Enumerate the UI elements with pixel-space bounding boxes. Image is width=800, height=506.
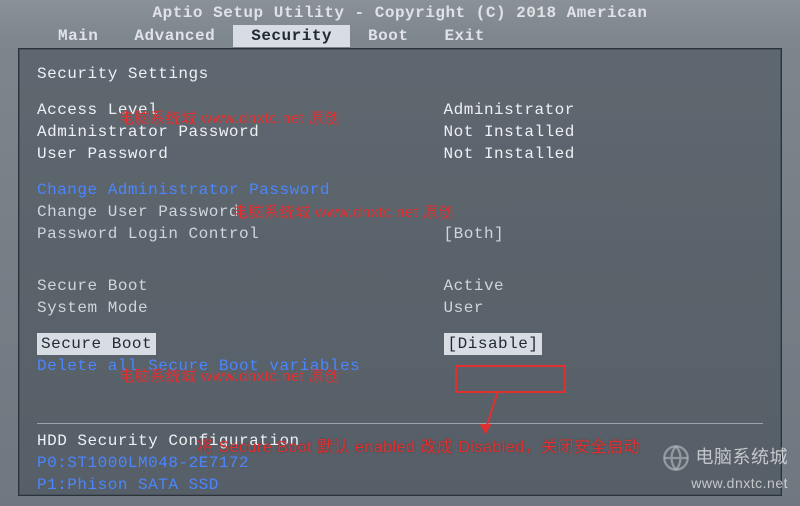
annotation-box <box>455 365 566 393</box>
system-mode-value: User <box>444 297 763 319</box>
admin-password-label: Administrator Password <box>37 121 444 143</box>
tab-advanced[interactable]: Advanced <box>116 25 233 47</box>
access-level-value: Administrator <box>444 99 763 121</box>
access-level-label: Access Level <box>37 99 444 121</box>
tab-exit[interactable]: Exit <box>426 25 502 47</box>
change-admin-password[interactable]: Change Administrator Password <box>37 179 444 201</box>
bios-titlebar: Aptio Setup Utility - Copyright (C) 2018… <box>0 0 800 24</box>
tab-security[interactable]: Security <box>233 25 350 47</box>
password-login-control-value[interactable]: [Both] <box>444 223 763 245</box>
secure-boot-setting-label[interactable]: Secure Boot <box>37 333 444 355</box>
change-user-password[interactable]: Change User Password <box>37 201 444 223</box>
secure-boot-status-value: Active <box>444 275 763 297</box>
system-mode-label: System Mode <box>37 297 444 319</box>
menubar: Main Advanced Security Boot Exit <box>0 24 800 48</box>
user-password-value: Not Installed <box>444 143 763 165</box>
admin-password-value: Not Installed <box>444 121 763 143</box>
tab-main[interactable]: Main <box>40 25 116 47</box>
section-heading: Security Settings <box>37 63 763 85</box>
hdd-item-1[interactable]: P1:Phison SATA SSD <box>37 474 763 496</box>
user-password-label: User Password <box>37 143 444 165</box>
tab-boot[interactable]: Boot <box>350 25 426 47</box>
secure-boot-status-label: Secure Boot <box>37 275 444 297</box>
password-login-control-label[interactable]: Password Login Control <box>37 223 444 245</box>
security-panel: Security Settings Access Level Administr… <box>18 48 782 496</box>
secure-boot-setting-value[interactable]: [Disable] <box>444 333 763 355</box>
delete-secure-boot-variables[interactable]: Delete all Secure Boot variables <box>37 355 444 377</box>
annotation-text: 将 Secure Boot 默认 enabled 改成 Disabled，关闭安… <box>197 433 640 457</box>
divider <box>37 423 763 424</box>
